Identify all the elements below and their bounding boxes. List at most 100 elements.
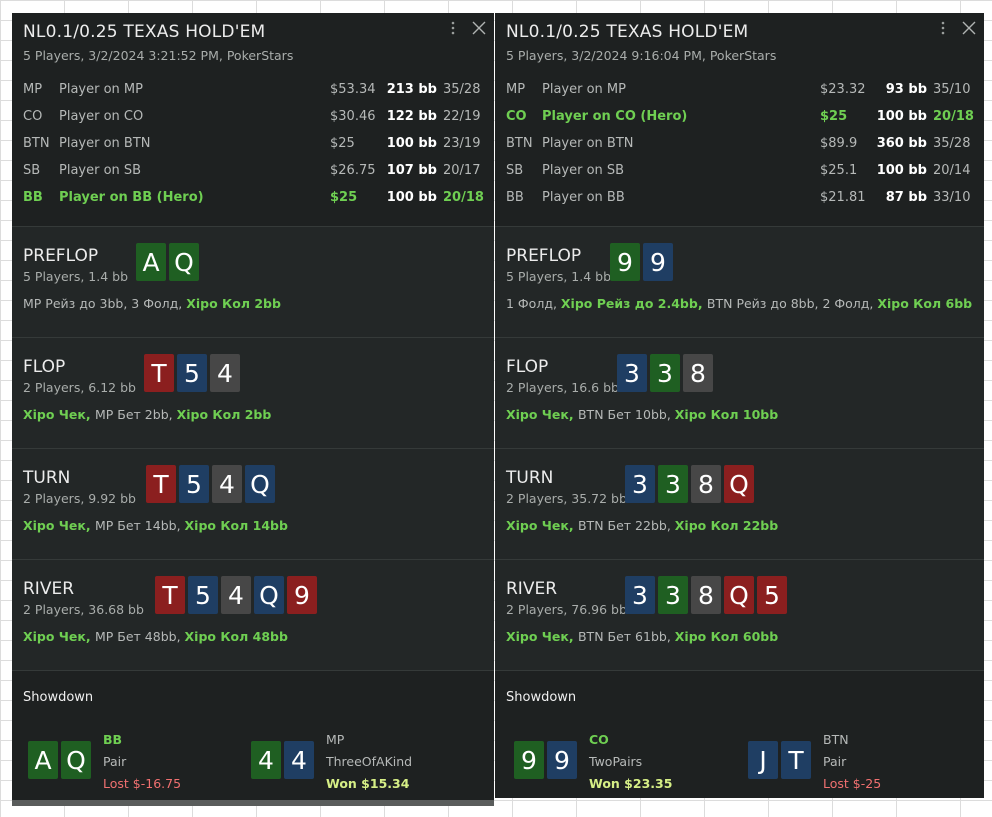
player-position: CO (23, 109, 43, 124)
hero-action: Хіро Кол 22bb (674, 518, 779, 533)
street-name: FLOP (506, 357, 549, 377)
playing-card: 3 (658, 465, 688, 503)
player-row[interactable]: BB Player on BB $21.81 87 bb 33/10 (506, 184, 973, 211)
showdown-section: Showdown 9 9 CO TwoPairs Won $23.35 J T BTN Pair… (495, 670, 984, 798)
showdown-cards: 44 (251, 741, 317, 779)
action-text: MP Бет 48bb, (94, 629, 185, 644)
player-stack: $30.46 (330, 109, 376, 124)
street-actions: Хіро Чек, MP Бет 14bb, Хіро Кол 14bb (23, 518, 288, 533)
showdown-result: Won $15.34 (326, 776, 410, 791)
playing-card: Q (724, 465, 754, 503)
playing-card: 9 (514, 741, 544, 779)
board-cards: T54Q (146, 465, 278, 503)
more-vertical-icon[interactable] (446, 18, 460, 38)
playing-card: 3 (625, 465, 655, 503)
player-stats: 33/10 (933, 190, 971, 205)
playing-card: 5 (188, 576, 218, 614)
player-row[interactable]: CO Player on CO $30.46 122 bb 22/19 (23, 103, 483, 130)
player-name: Player on MP (59, 82, 143, 97)
player-name: Player on SB (59, 163, 142, 178)
player-row[interactable]: BB Player on BB (Hero) $25 100 bb 20/18 (23, 184, 484, 211)
player-stack-bb: 360 bb (876, 136, 927, 151)
playing-card: Q (61, 741, 91, 779)
player-stats: 20/14 (933, 163, 971, 178)
playing-card: 9 (287, 576, 317, 614)
players-table: MP Player on MP $53.34 213 bb 35/28 CO Player … (23, 76, 484, 211)
player-stack: $23.32 (820, 82, 866, 97)
player-name: Player on BB (Hero) (59, 190, 204, 205)
showdown-position: BTN (823, 732, 849, 747)
hero-action: Хіро Кол 60bb (674, 629, 779, 644)
player-stack-bb: 100 bb (386, 136, 437, 151)
player-stack-bb: 100 bb (876, 163, 927, 178)
header-icons (446, 17, 490, 39)
board-cards: 338Q (625, 465, 757, 503)
player-row[interactable]: SB Player on SB $25.1 100 bb 20/14 (506, 157, 973, 184)
showdown-hand-rank: TwoPairs (589, 754, 643, 769)
playing-card: Q (169, 243, 199, 281)
player-name: Player on SB (542, 163, 625, 178)
board-cards: 338Q5 (625, 576, 790, 614)
player-row[interactable]: BTN Player on BTN $25 100 bb 23/19 (23, 130, 483, 157)
showdown-info: CO TwoPairs Won $23.35 (589, 729, 672, 795)
street-flop: FLOP 2 Players, 16.6 bb 3 3 8 Хіро Чек, BTN Б… (495, 337, 984, 448)
player-position: CO (506, 109, 527, 124)
player-position: BTN (23, 136, 50, 151)
street-pot-info: 5 Players, 1.4 bb (23, 269, 129, 284)
showdown-section: Showdown A Q BB Pair Lost $-16.75 4 4 MP ThreeOf… (12, 670, 494, 806)
hero-action: Хіро Кол 2bb (186, 296, 281, 311)
showdown-info: MP ThreeOfAKind Won $15.34 (326, 729, 412, 795)
player-stats: 20/18 (933, 109, 974, 124)
playing-card: 8 (691, 465, 721, 503)
player-position: MP (506, 82, 526, 97)
playing-card: A (136, 243, 166, 281)
street-actions: 1 Фолд, Хіро Рейз до 2.4bb, BTN Рейз до … (506, 296, 972, 311)
hero-action: Хіро Чек, (23, 407, 95, 422)
hand-history-panel: NL0.1/0.25 TEXAS HOLD'EM 5 Players, 3/2/… (495, 13, 984, 798)
playing-card: 4 (251, 741, 281, 779)
hand-header: NL0.1/0.25 TEXAS HOLD'EM 5 Players, 3/2/… (495, 13, 984, 226)
hand-title: NL0.1/0.25 TEXAS HOLD'EM (506, 22, 749, 42)
showdown-hand-rank: Pair (823, 754, 847, 769)
player-position: SB (506, 163, 524, 178)
playing-card: T (781, 741, 811, 779)
player-stats: 22/19 (443, 109, 481, 124)
player-stack-bb: 107 bb (386, 163, 437, 178)
board-cards: AQ (136, 243, 202, 281)
street-pot-info: 5 Players, 1.4 bb (506, 269, 612, 284)
street-pot-info: 2 Players, 36.68 bb (23, 602, 144, 617)
player-row[interactable]: MP Player on MP $53.34 213 bb 35/28 (23, 76, 483, 103)
playing-card: 9 (643, 243, 673, 281)
street-turn: TURN 2 Players, 35.72 bb 3 3 8 Q Хіро Чек, BTN… (495, 448, 984, 559)
showdown-info: BTN Pair Lost $-25 (823, 729, 881, 795)
hand-subtitle: 5 Players, 3/2/2024 3:21:52 PM, PokerSta… (23, 48, 294, 63)
board-cards: T54Q9 (155, 576, 320, 614)
street-name: RIVER (23, 579, 75, 599)
close-icon[interactable] (468, 17, 490, 39)
playing-card: 5 (179, 465, 209, 503)
street-actions: Хіро Чек, MP Бет 48bb, Хіро Кол 48bb (23, 629, 288, 644)
action-text: BTN Бет 61bb, (577, 629, 675, 644)
playing-card: J (748, 741, 778, 779)
hero-action: Хіро Чек, (506, 518, 578, 533)
street-preflop: PREFLOP 5 Players, 1.4 bb A Q MP Рейз до 3bb… (12, 226, 494, 337)
player-row[interactable]: MP Player on MP $23.32 93 bb 35/10 (506, 76, 973, 103)
showdown-hand-rank: ThreeOfAKind (326, 754, 413, 769)
playing-card: 4 (212, 465, 242, 503)
player-stack-bb: 213 bb (386, 82, 437, 97)
board-cards: 338 (617, 354, 716, 392)
close-icon[interactable] (958, 17, 980, 39)
player-name: Player on BB (542, 190, 625, 205)
playing-card: 5 (757, 576, 787, 614)
player-row[interactable]: CO Player on CO (Hero) $25 100 bb 20/18 (506, 103, 974, 130)
street-actions: Хіро Чек, BTN Бет 61bb, Хіро Кол 60bb (506, 629, 778, 644)
player-row[interactable]: SB Player on SB $26.75 107 bb 20/17 (23, 157, 483, 184)
board-cards: 99 (610, 243, 676, 281)
hero-action: Хіро Рейз до 2.4bb, (560, 296, 707, 311)
player-stack-bb: 93 bb (885, 82, 927, 97)
player-name: Player on BTN (542, 136, 634, 151)
more-vertical-icon[interactable] (936, 18, 950, 38)
horizontal-scrollbar[interactable] (12, 800, 494, 806)
player-row[interactable]: BTN Player on BTN $89.9 360 bb 35/28 (506, 130, 973, 157)
playing-card: Q (254, 576, 284, 614)
